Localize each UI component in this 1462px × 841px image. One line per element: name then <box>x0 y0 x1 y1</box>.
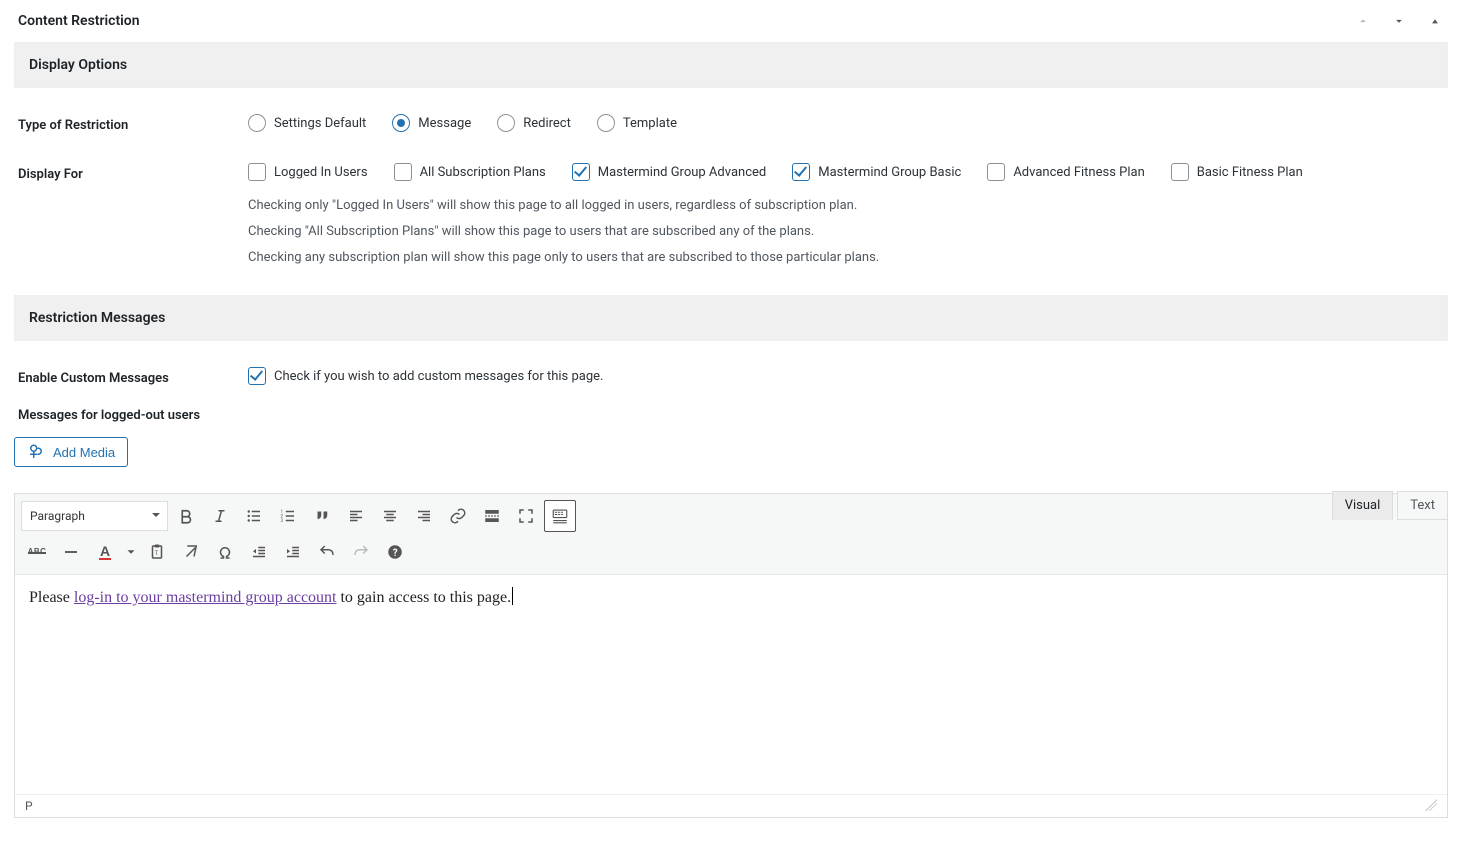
check-mastermind-advanced[interactable]: Mastermind Group Advanced <box>572 163 767 181</box>
content-text: Please <box>29 589 74 606</box>
checkbox-icon <box>248 367 266 385</box>
section-display-options: Display Options <box>14 42 1448 88</box>
messages-logged-out-heading: Messages for logged-out users <box>14 400 1448 437</box>
check-label: Logged In Users <box>274 165 368 180</box>
help-line: Checking "All Subscription Plans" will s… <box>248 219 1444 245</box>
label-enable-custom: Enable Custom Messages <box>18 367 248 386</box>
media-icon <box>27 443 45 461</box>
format-select-value: Paragraph <box>30 509 85 523</box>
link-button[interactable] <box>442 500 474 532</box>
content-link[interactable]: log-in to your mastermind group account <box>74 589 337 606</box>
check-label: Mastermind Group Basic <box>818 165 961 180</box>
text-color-dropdown[interactable] <box>123 536 139 568</box>
radio-icon <box>497 114 515 132</box>
radio-redirect[interactable]: Redirect <box>497 114 571 132</box>
checkbox-icon <box>572 163 590 181</box>
editor-content[interactable]: Please log-in to your mastermind group a… <box>15 575 1447 794</box>
tab-visual[interactable]: Visual <box>1332 491 1394 520</box>
checkbox-icon <box>792 163 810 181</box>
label-type-of-restriction: Type of Restriction <box>18 114 248 133</box>
radio-icon <box>392 114 410 132</box>
number-list-button[interactable]: 123 <box>272 500 304 532</box>
check-group-display-for: Logged In Users All Subscription Plans M… <box>248 163 1444 181</box>
fullscreen-button[interactable] <box>510 500 542 532</box>
tab-text[interactable]: Text <box>1397 491 1448 520</box>
radio-template[interactable]: Template <box>597 114 677 132</box>
radio-icon <box>248 114 266 132</box>
svg-text:T: T <box>155 550 159 557</box>
paste-text-button[interactable]: T <box>141 536 173 568</box>
text-color-button[interactable]: A <box>89 536 121 568</box>
redo-button[interactable] <box>345 536 377 568</box>
panel-controls <box>1354 12 1444 30</box>
check-label: All Subscription Plans <box>420 165 546 180</box>
check-enable-custom[interactable]: Check if you wish to add custom messages… <box>248 367 1444 385</box>
field-enable-custom: Enable Custom Messages Check if you wish… <box>14 361 1448 400</box>
radio-label: Redirect <box>523 116 571 131</box>
resize-handle-icon[interactable] <box>1425 799 1437 811</box>
field-type-of-restriction: Type of Restriction Settings Default Mes… <box>14 108 1448 157</box>
field-display-for: Display For Logged In Users All Subscrip… <box>14 157 1448 295</box>
check-all-plans[interactable]: All Subscription Plans <box>394 163 546 181</box>
move-down-icon[interactable] <box>1390 12 1408 30</box>
collapse-icon[interactable] <box>1426 12 1444 30</box>
move-up-icon[interactable] <box>1354 12 1372 30</box>
check-mastermind-basic[interactable]: Mastermind Group Basic <box>792 163 961 181</box>
align-left-button[interactable] <box>340 500 372 532</box>
add-media-label: Add Media <box>53 445 115 460</box>
checkbox-icon <box>1171 163 1189 181</box>
editor: Visual Text Paragraph 123 <box>14 493 1448 818</box>
hr-button[interactable] <box>55 536 87 568</box>
editor-tabs: Visual Text <box>1332 491 1448 520</box>
radio-message[interactable]: Message <box>392 114 471 132</box>
check-advanced-fitness[interactable]: Advanced Fitness Plan <box>987 163 1144 181</box>
toolbar-toggle-button[interactable] <box>544 500 576 532</box>
check-label: Basic Fitness Plan <box>1197 165 1303 180</box>
help-line: Checking any subscription plan will show… <box>248 245 1444 271</box>
format-select[interactable]: Paragraph <box>21 501 168 531</box>
bold-button[interactable] <box>170 500 202 532</box>
section-restriction-messages: Restriction Messages <box>14 295 1448 341</box>
special-char-button[interactable] <box>209 536 241 568</box>
italic-button[interactable] <box>204 500 236 532</box>
svg-text:3: 3 <box>281 518 284 524</box>
add-media-button[interactable]: Add Media <box>14 437 128 467</box>
strikethrough-button[interactable]: ABC <box>21 536 53 568</box>
panel-header: Content Restriction <box>14 6 1448 42</box>
label-display-for: Display For <box>18 163 248 182</box>
check-label: Check if you wish to add custom messages… <box>274 369 603 384</box>
bullet-list-button[interactable] <box>238 500 270 532</box>
help-button[interactable]: ? <box>379 536 411 568</box>
align-center-button[interactable] <box>374 500 406 532</box>
editor-statusbar: P <box>15 794 1447 817</box>
status-path: P <box>25 799 33 813</box>
text-cursor <box>512 587 513 605</box>
radio-settings-default[interactable]: Settings Default <box>248 114 366 132</box>
panel-title: Content Restriction <box>18 13 140 29</box>
blockquote-button[interactable] <box>306 500 338 532</box>
radio-label: Message <box>418 116 471 131</box>
check-basic-fitness[interactable]: Basic Fitness Plan <box>1171 163 1303 181</box>
align-right-button[interactable] <box>408 500 440 532</box>
outdent-button[interactable] <box>243 536 275 568</box>
checkbox-icon <box>248 163 266 181</box>
svg-text:?: ? <box>393 548 398 559</box>
radio-label: Settings Default <box>274 116 366 131</box>
help-text: Checking only "Logged In Users" will sho… <box>248 193 1444 271</box>
check-label: Mastermind Group Advanced <box>598 165 767 180</box>
read-more-button[interactable] <box>476 500 508 532</box>
check-logged-in-users[interactable]: Logged In Users <box>248 163 368 181</box>
indent-button[interactable] <box>277 536 309 568</box>
clear-format-button[interactable] <box>175 536 207 568</box>
radio-group-type: Settings Default Message Redirect Templa… <box>248 114 1444 132</box>
checkbox-icon <box>394 163 412 181</box>
editor-toolbar: Paragraph 123 ABC <box>15 494 1447 575</box>
help-line: Checking only "Logged In Users" will sho… <box>248 193 1444 219</box>
radio-icon <box>597 114 615 132</box>
checkbox-icon <box>987 163 1005 181</box>
undo-button[interactable] <box>311 536 343 568</box>
check-label: Advanced Fitness Plan <box>1013 165 1144 180</box>
content-text: to gain access to this page. <box>336 589 511 606</box>
radio-label: Template <box>623 116 677 131</box>
